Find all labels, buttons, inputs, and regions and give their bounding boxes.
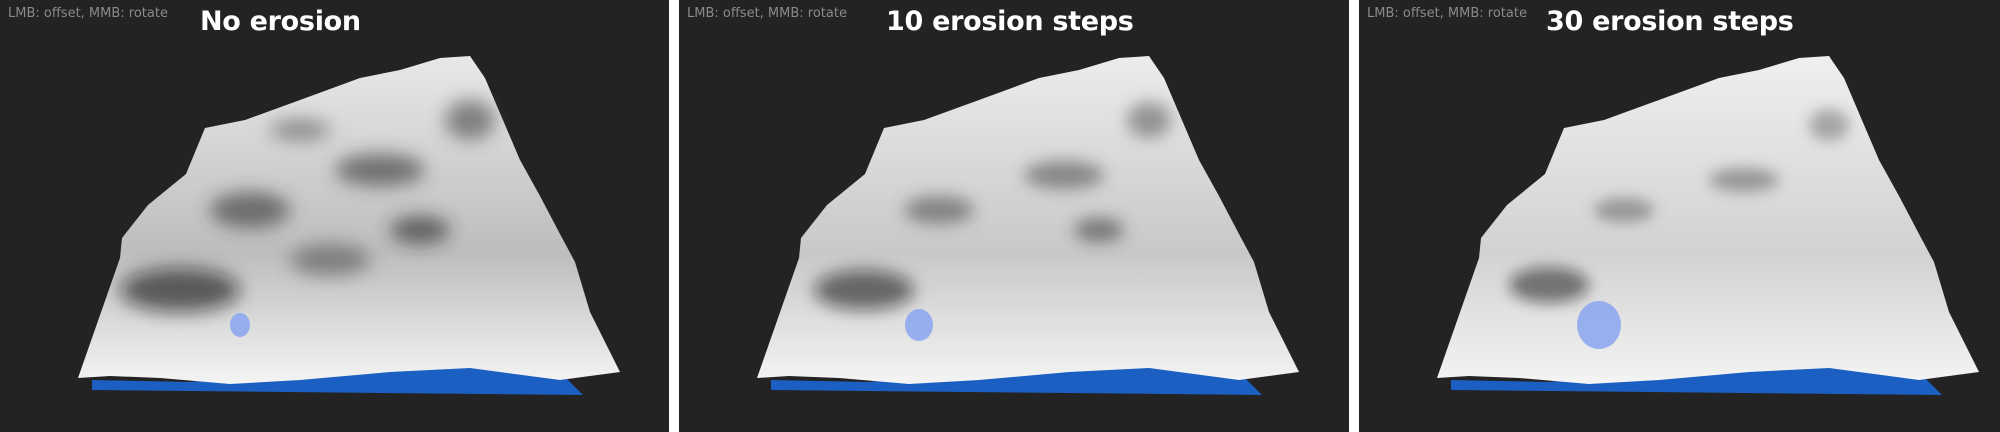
pond — [230, 313, 250, 337]
control-hint: LMB: offset, MMB: rotate — [1367, 6, 1527, 21]
viewport-10-erosion-steps[interactable]: LMB: offset, MMB: rotate 10 erosion step… — [679, 0, 1349, 432]
pond — [905, 309, 933, 341]
panel-title: 10 erosion steps — [886, 6, 1134, 37]
terrain-mesh — [757, 56, 1299, 384]
terrain-mesh — [1437, 56, 1979, 384]
terrain-render — [757, 56, 1299, 395]
terrain-mesh — [78, 56, 620, 384]
panel-title: No erosion — [200, 6, 361, 37]
terrain-render — [1437, 56, 1979, 395]
control-hint: LMB: offset, MMB: rotate — [8, 6, 168, 21]
terrain-render — [78, 56, 620, 395]
panel-title: 30 erosion steps — [1546, 6, 1794, 37]
pond — [1577, 301, 1621, 349]
viewport-30-erosion-steps[interactable]: LMB: offset, MMB: rotate 30 erosion step… — [1359, 0, 2000, 432]
viewport-no-erosion[interactable]: LMB: offset, MMB: rotate No erosion — [0, 0, 669, 432]
control-hint: LMB: offset, MMB: rotate — [687, 6, 847, 21]
